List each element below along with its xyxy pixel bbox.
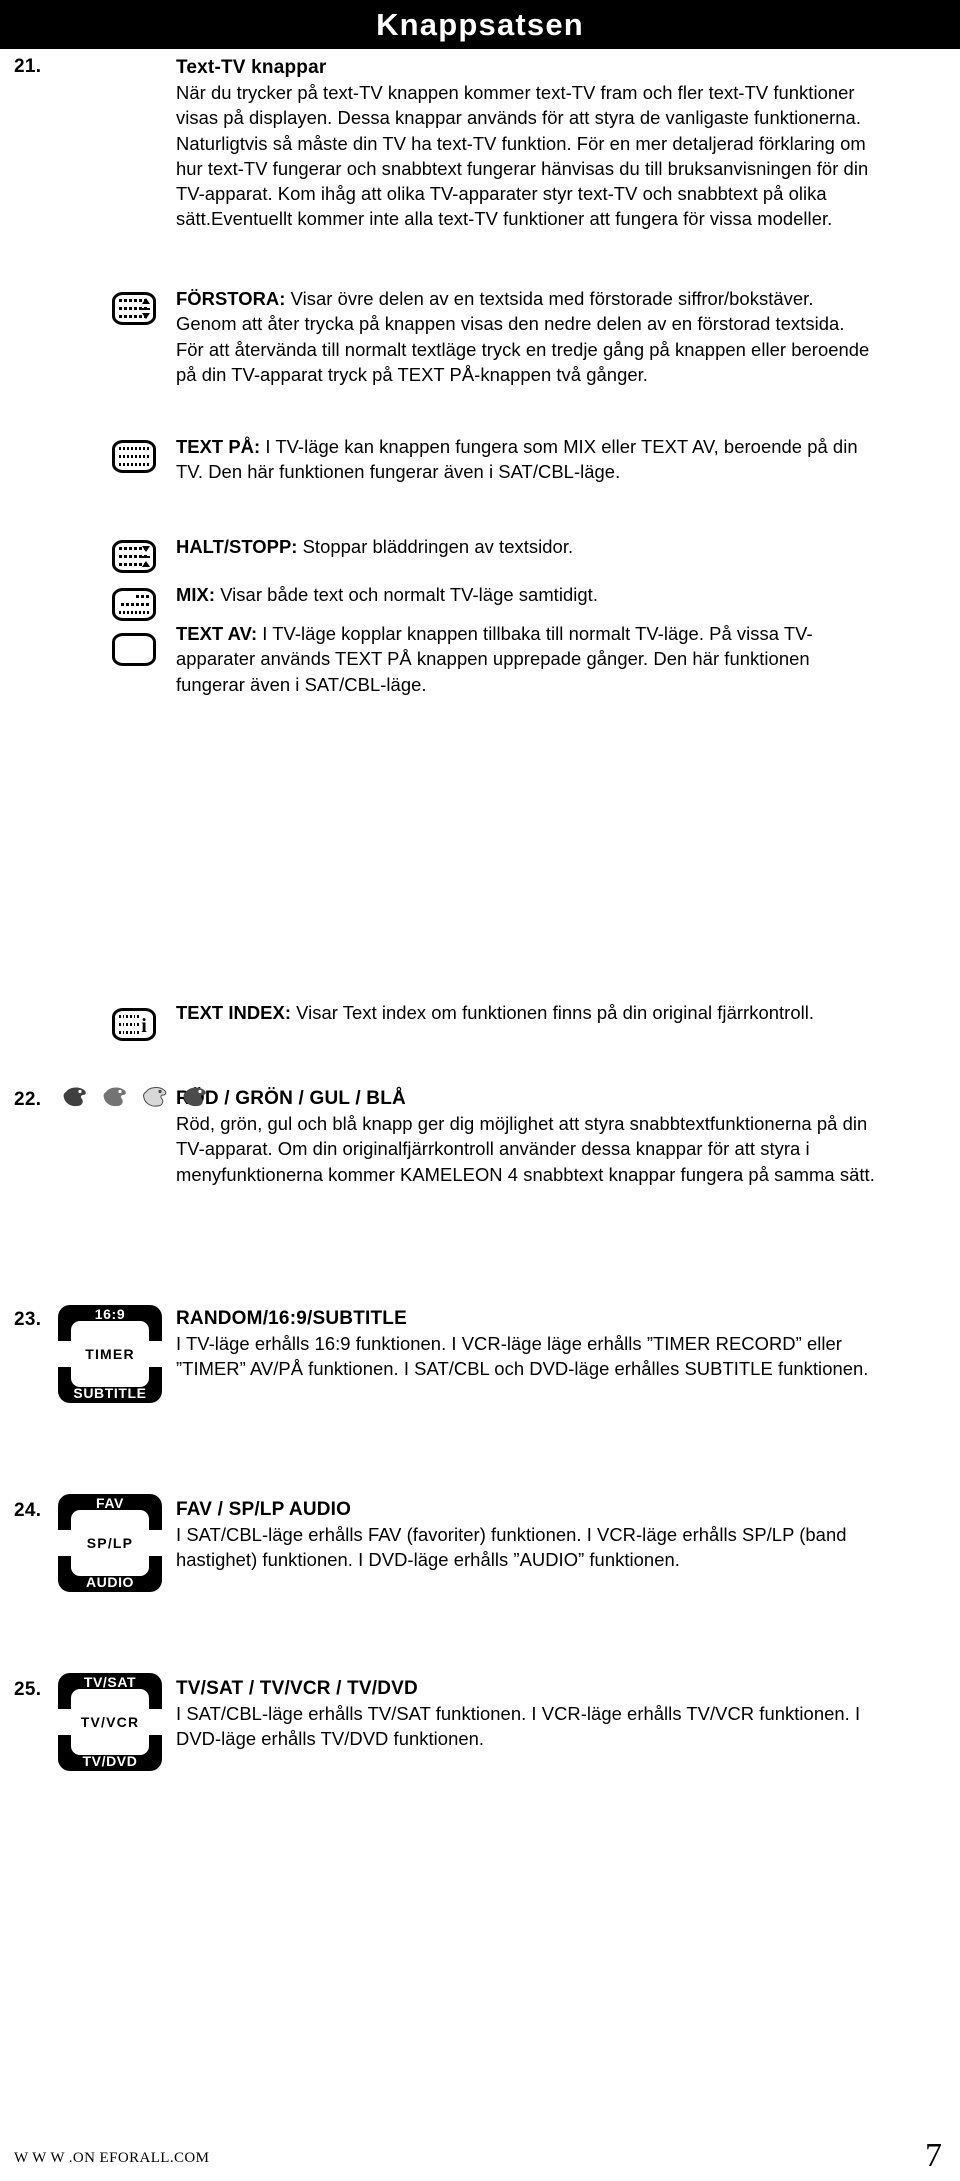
entry-25-text: I SAT/CBL-läge erhålls TV/SAT funktionen… <box>176 1703 861 1750</box>
entry-23-title: RANDOM/16:9/SUBTITLE <box>176 1308 407 1329</box>
key-tv-sat[interactable]: TV/SAT <box>58 1673 162 1709</box>
tv-screen-hold-icon <box>112 540 156 573</box>
entry-24-text: I SAT/CBL-läge erhålls FAV (favoriter) f… <box>176 1524 847 1571</box>
tv-screen-text-on-icon <box>112 440 156 473</box>
entry-21-number: 21. <box>14 56 42 77</box>
key-16-9-label: 16:9 <box>94 1306 126 1322</box>
color-key-icons <box>62 1086 208 1108</box>
footer-website-url: W W W .ON EFORALL.COM <box>14 2150 210 2166</box>
teletext-mix-label: MIX: <box>176 584 216 605</box>
key-audio[interactable]: AUDIO <box>58 1556 162 1592</box>
teletext-index-text: TEXT INDEX: Visar Text index om funktion… <box>176 1000 876 1025</box>
entry-22-text: Röd, grön, gul och blå knapp ger dig möj… <box>176 1113 875 1185</box>
key-16-9[interactable]: 16:9 <box>58 1305 162 1341</box>
teletext-hold-desc: Stoppar bläddringen av textsidor. <box>297 536 574 557</box>
teletext-text-on-label: TEXT PÅ: <box>176 436 261 457</box>
teletext-mix-desc: Visar både text och normalt TV-läge samt… <box>215 584 598 605</box>
remote-key-group-24: FAV SP/LP AUDIO <box>58 1494 162 1592</box>
enlarge-arrows-icon <box>141 298 150 319</box>
entry-25-title: TV/SAT / TV/VCR / TV/DVD <box>176 1678 418 1699</box>
teletext-hold-text: HALT/STOPP: Stoppar bläddringen av texts… <box>176 534 876 559</box>
blue-key-icon <box>183 1087 206 1107</box>
teletext-enlarge-label: FÖRSTORA: <box>176 288 286 309</box>
manual-page: Knappsatsen 21. Text-TV knappar När du t… <box>0 0 960 2181</box>
teletext-enlarge-text: FÖRSTORA: Visar övre delen av en textsid… <box>176 286 876 387</box>
key-subtitle-label: SUBTITLE <box>73 1385 147 1401</box>
teletext-mix-row: MIX: Visar både text och normalt TV-läge… <box>176 582 876 607</box>
key-splp-label[interactable]: SP/LP <box>58 1530 162 1556</box>
page-header-banner: Knappsatsen <box>0 0 960 49</box>
footer-page-number: 7 <box>925 2137 942 2174</box>
key-audio-label: AUDIO <box>85 1574 135 1590</box>
teletext-index-desc: Visar Text index om funktionen finns på … <box>291 1002 815 1023</box>
teletext-index-row: TEXT INDEX: Visar Text index om funktion… <box>176 1000 876 1025</box>
entry-21-text: När du trycker på text-TV knappen kommer… <box>176 82 869 230</box>
yellow-key-icon <box>143 1087 167 1107</box>
teletext-text-off-row: TEXT AV: I TV-läge kopplar knappen tillb… <box>176 621 876 697</box>
key-timer-label[interactable]: TIMER <box>58 1341 162 1367</box>
key-fav-label: FAV <box>96 1495 124 1511</box>
teletext-hold-row: HALT/STOPP: Stoppar bläddringen av texts… <box>176 534 876 559</box>
entry-21-title: Text-TV knappar <box>176 57 327 78</box>
tv-screen-mix-icon <box>112 588 156 621</box>
red-key-icon <box>63 1087 86 1107</box>
index-letter-i-icon: i <box>141 1015 147 1037</box>
tv-screen-index-icon: i <box>112 1008 156 1041</box>
tv-screen-text-off-icon <box>112 633 156 666</box>
tv-screen-enlarge-icon <box>112 292 156 325</box>
remote-key-group-25: TV/SAT TV/VCR TV/DVD <box>58 1673 162 1771</box>
key-tv-sat-label: TV/SAT <box>83 1674 137 1690</box>
key-tv-dvd-label: TV/DVD <box>82 1753 138 1769</box>
teletext-index-label: TEXT INDEX: <box>176 1002 291 1023</box>
entry-22-title: RÖD / GRÖN / GUL / BLÅ <box>176 1088 406 1109</box>
hold-arrows-icon <box>141 546 150 567</box>
teletext-text-off-text: TEXT AV: I TV-läge kopplar knappen tillb… <box>176 621 876 697</box>
teletext-enlarge-row: FÖRSTORA: Visar övre delen av en textsid… <box>176 286 876 387</box>
key-tv-dvd[interactable]: TV/DVD <box>58 1735 162 1771</box>
page-title: Knappsatsen <box>376 7 584 42</box>
teletext-mix-text: MIX: Visar både text och normalt TV-läge… <box>176 582 876 607</box>
teletext-text-on-text: TEXT PÅ: I TV-läge kan knappen fungera s… <box>176 434 876 485</box>
key-subtitle[interactable]: SUBTITLE <box>58 1367 162 1403</box>
teletext-text-off-desc: I TV-läge kopplar knappen tillbaka till … <box>176 623 813 695</box>
entry-23-text: I TV-läge erhålls 16:9 funktionen. I VCR… <box>176 1333 869 1380</box>
entry-24-title: FAV / SP/LP AUDIO <box>176 1499 352 1520</box>
teletext-text-on-desc: I TV-läge kan knappen fungera som MIX el… <box>176 436 858 483</box>
green-key-icon <box>103 1087 126 1107</box>
teletext-text-off-label: TEXT AV: <box>176 623 258 644</box>
key-fav[interactable]: FAV <box>58 1494 162 1530</box>
remote-key-group-23: 16:9 TIMER SUBTITLE <box>58 1305 162 1403</box>
teletext-hold-label: HALT/STOPP: <box>176 536 298 557</box>
teletext-text-on-row: TEXT PÅ: I TV-läge kan knappen fungera s… <box>176 434 876 485</box>
key-tv-vcr-label[interactable]: TV/VCR <box>58 1709 162 1735</box>
